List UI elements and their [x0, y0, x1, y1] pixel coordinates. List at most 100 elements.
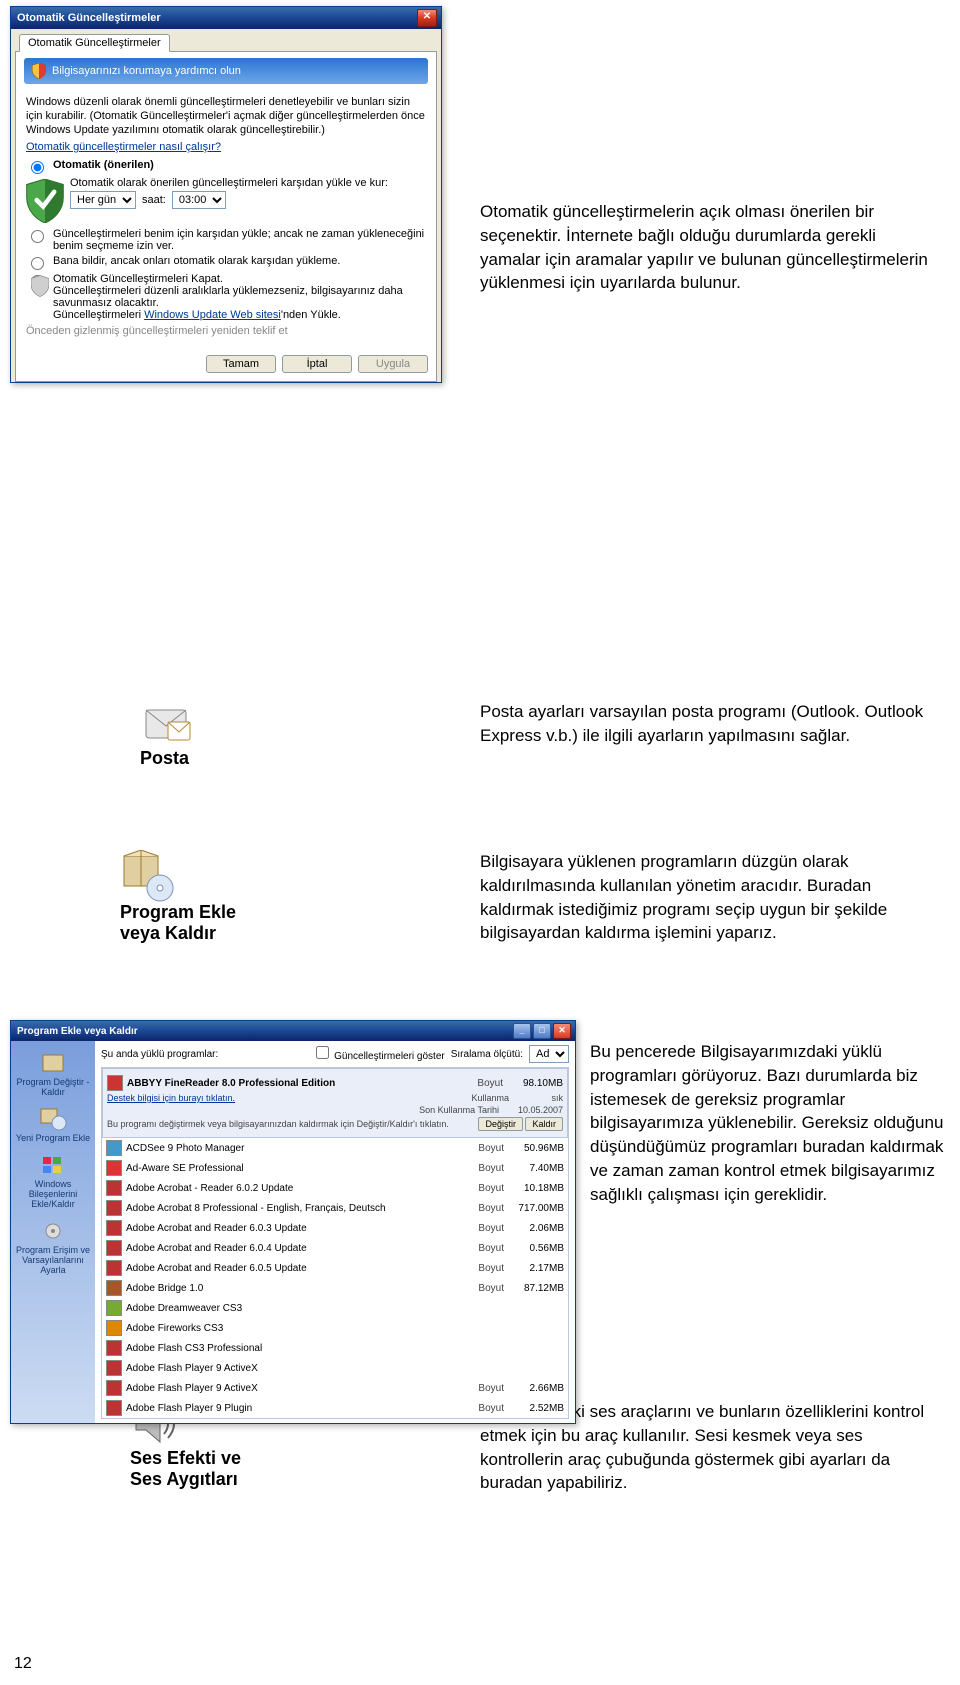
windows-icon [39, 1153, 67, 1177]
sidebar-item-add-new[interactable]: Yeni Program Ekle [13, 1107, 93, 1143]
windows-update-link[interactable]: Windows Update Web sitesi [144, 309, 281, 321]
app-icon [106, 1220, 122, 1236]
tab-auto-updates[interactable]: Otomatik Güncelleştirmeler [19, 34, 170, 52]
posta-block: Posta [140, 700, 196, 769]
app-icon [106, 1160, 122, 1176]
sidebar-item-windows-components[interactable]: Windows Bileşenlerini Ekle/Kaldır [13, 1153, 93, 1209]
item-name: ACDSee 9 Photo Manager [126, 1143, 458, 1154]
frequency-select[interactable]: Her gün [70, 191, 136, 209]
arp-sidebar: Program Değiştir - Kaldır Yeni Program E… [11, 1041, 95, 1423]
support-link[interactable]: Destek bilgisi için burayı tıklatın. [107, 1093, 235, 1103]
paragraph-4: Bu pencerede Bilgisayarımızdaki yüklü pr… [590, 1040, 950, 1207]
list-item[interactable]: Adobe Fireworks CS3 [102, 1318, 568, 1338]
addremove-block: Program Ekle veya Kaldır [120, 850, 236, 944]
list-item[interactable]: Adobe Dreamweaver CS3 [102, 1298, 568, 1318]
item-name: Adobe Acrobat - Reader 6.0.2 Update [126, 1183, 458, 1194]
paragraph-1: Otomatik güncelleştirmelerin açık olması… [480, 200, 930, 295]
item-name: Adobe Flash Player 9 ActiveX [126, 1383, 458, 1394]
list-item[interactable]: ACDSee 9 Photo ManagerBoyut50.96MB [102, 1138, 568, 1158]
list-item[interactable]: Adobe Flash Player 9 ActiveXBoyut2.66MB [102, 1378, 568, 1398]
close-icon[interactable]: ✕ [417, 9, 437, 27]
item-name: Adobe Acrobat and Reader 6.0.4 Update [126, 1243, 458, 1254]
arp-list[interactable]: ABBYY FineReader 8.0 Professional Editio… [101, 1067, 569, 1419]
banner-text: Bilgisayarınızı korumaya yardımcı olun [52, 65, 241, 77]
show-updates-checkbox[interactable]: Güncelleştirmeleri göster [316, 1046, 444, 1062]
remove-button[interactable]: Kaldır [525, 1117, 563, 1131]
paragraph-2: Posta ayarları varsayılan posta programı… [480, 700, 930, 748]
arp-toolbar: Şu anda yüklü programlar: Güncelleştirme… [101, 1045, 569, 1063]
option-off[interactable]: Otomatik Güncelleştirmeleri Kapat. Günce… [26, 273, 426, 321]
app-icon [106, 1320, 122, 1336]
close-icon[interactable]: ✕ [553, 1023, 571, 1039]
item-name: Adobe Flash Player 9 Plugin [126, 1403, 458, 1414]
sidebar-item-defaults[interactable]: Program Erişim ve Varsayılanlarını Ayarl… [13, 1219, 93, 1275]
list-item[interactable]: Adobe Acrobat and Reader 6.0.4 UpdateBoy… [102, 1238, 568, 1258]
sound-label-1: Ses Efekti ve [130, 1448, 241, 1469]
page: Otomatik Güncelleştirmeler ✕ Otomatik Gü… [0, 0, 960, 1685]
dialog-title: Otomatik Güncelleştirmeler [17, 12, 417, 24]
list-item[interactable]: Adobe Acrobat - Reader 6.0.2 UpdateBoyut… [102, 1178, 568, 1198]
app-icon [106, 1180, 122, 1196]
radio-download-only[interactable] [31, 230, 44, 243]
ok-button[interactable]: Tamam [206, 355, 276, 373]
box-icon [39, 1051, 67, 1075]
sort-select[interactable]: Ad [529, 1045, 569, 1063]
list-item[interactable]: Adobe Acrobat and Reader 6.0.5 UpdateBoy… [102, 1258, 568, 1278]
time-select[interactable]: 03:00 [172, 191, 226, 209]
item-name: Adobe Flash Player 9 ActiveX [126, 1363, 564, 1374]
arp-title: Program Ekle veya Kaldır [17, 1026, 511, 1037]
change-button[interactable]: Değiştir [478, 1117, 523, 1131]
radio-notify[interactable] [31, 257, 44, 270]
option-download-only-label: Güncelleştirmeleri benim için karşıdan y… [53, 228, 426, 252]
mail-icon [140, 700, 196, 748]
paragraph-3: Bilgisayara yüklenen programların düzgün… [480, 850, 930, 945]
list-item-selected[interactable]: ABBYY FineReader 8.0 Professional Editio… [102, 1068, 568, 1138]
apply-button[interactable]: Uygula [358, 355, 428, 373]
option-notify[interactable]: Bana bildir, ancak onları otomatik olara… [26, 255, 426, 270]
option-automatic[interactable]: Otomatik (önerilen) [26, 159, 426, 174]
option-off-desc: Güncelleştirmeleri düzenli aralıklarla y… [53, 285, 426, 309]
app-icon [106, 1380, 122, 1396]
dialog-buttons: Tamam İptal Uygula [16, 351, 436, 381]
app-icon [106, 1340, 122, 1356]
how-it-works-link[interactable]: Otomatik güncelleştirmeler nasıl çalışır… [26, 141, 221, 153]
shield-check-icon [26, 179, 64, 223]
shield-off-icon [31, 275, 49, 297]
list-item[interactable]: Adobe Bridge 1.0Boyut87.12MB [102, 1278, 568, 1298]
app-icon [106, 1400, 122, 1416]
list-item[interactable]: Adobe Flash CS3 Professional [102, 1338, 568, 1358]
option-download-only[interactable]: Güncelleştirmeleri benim için karşıdan y… [26, 228, 426, 252]
list-item[interactable]: Adobe Flash Player 9 PluginBoyut2.52MB [102, 1398, 568, 1418]
selected-name: ABBYY FineReader 8.0 Professional Editio… [127, 1078, 457, 1089]
list-item[interactable]: Adobe Flash Player 9 ActiveX [102, 1358, 568, 1378]
cancel-button[interactable]: İptal [282, 355, 352, 373]
app-icon [106, 1260, 122, 1276]
dialog-titlebar[interactable]: Otomatik Güncelleştirmeler ✕ [11, 7, 441, 29]
reoffer-hidden-link: Önceden gizlenmiş güncelleştirmeleri yen… [26, 325, 426, 339]
app-icon [107, 1075, 123, 1091]
sound-label-2: Ses Aygıtları [130, 1469, 241, 1490]
option-automatic-desc: Otomatik olarak önerilen güncelleştirmel… [70, 177, 426, 189]
item-name: Adobe Dreamweaver CS3 [126, 1303, 564, 1314]
addremove-label-1: Program Ekle [120, 902, 236, 923]
item-name: Adobe Acrobat and Reader 6.0.3 Update [126, 1223, 458, 1234]
sidebar-item-change-remove[interactable]: Program Değiştir - Kaldır [13, 1051, 93, 1097]
shield-icon [32, 63, 46, 79]
posta-label: Posta [140, 748, 196, 769]
list-item[interactable]: Ad-Aware SE ProfessionalBoyut7.40MB [102, 1158, 568, 1178]
arp-titlebar[interactable]: Program Ekle veya Kaldır _ □ ✕ [11, 1021, 575, 1041]
item-name: Adobe Acrobat and Reader 6.0.5 Update [126, 1263, 458, 1274]
page-number: 12 [14, 1655, 32, 1673]
list-item[interactable]: Adobe Acrobat 8 Professional - English, … [102, 1198, 568, 1218]
option-notify-label: Bana bildir, ancak onları otomatik olara… [53, 255, 340, 267]
tab-panel: Bilgisayarınızı korumaya yardımcı olun W… [15, 51, 437, 382]
arp-main: Şu anda yüklü programlar: Güncelleştirme… [95, 1041, 575, 1423]
minimize-icon[interactable]: _ [513, 1023, 531, 1039]
app-icon [106, 1140, 122, 1156]
installed-label: Şu anda yüklü programlar: [101, 1049, 218, 1060]
box-cd-icon [120, 850, 176, 902]
radio-automatic[interactable] [31, 161, 44, 174]
app-icon [106, 1280, 122, 1296]
list-item[interactable]: Adobe Acrobat and Reader 6.0.3 UpdateBoy… [102, 1218, 568, 1238]
maximize-icon[interactable]: □ [533, 1023, 551, 1039]
